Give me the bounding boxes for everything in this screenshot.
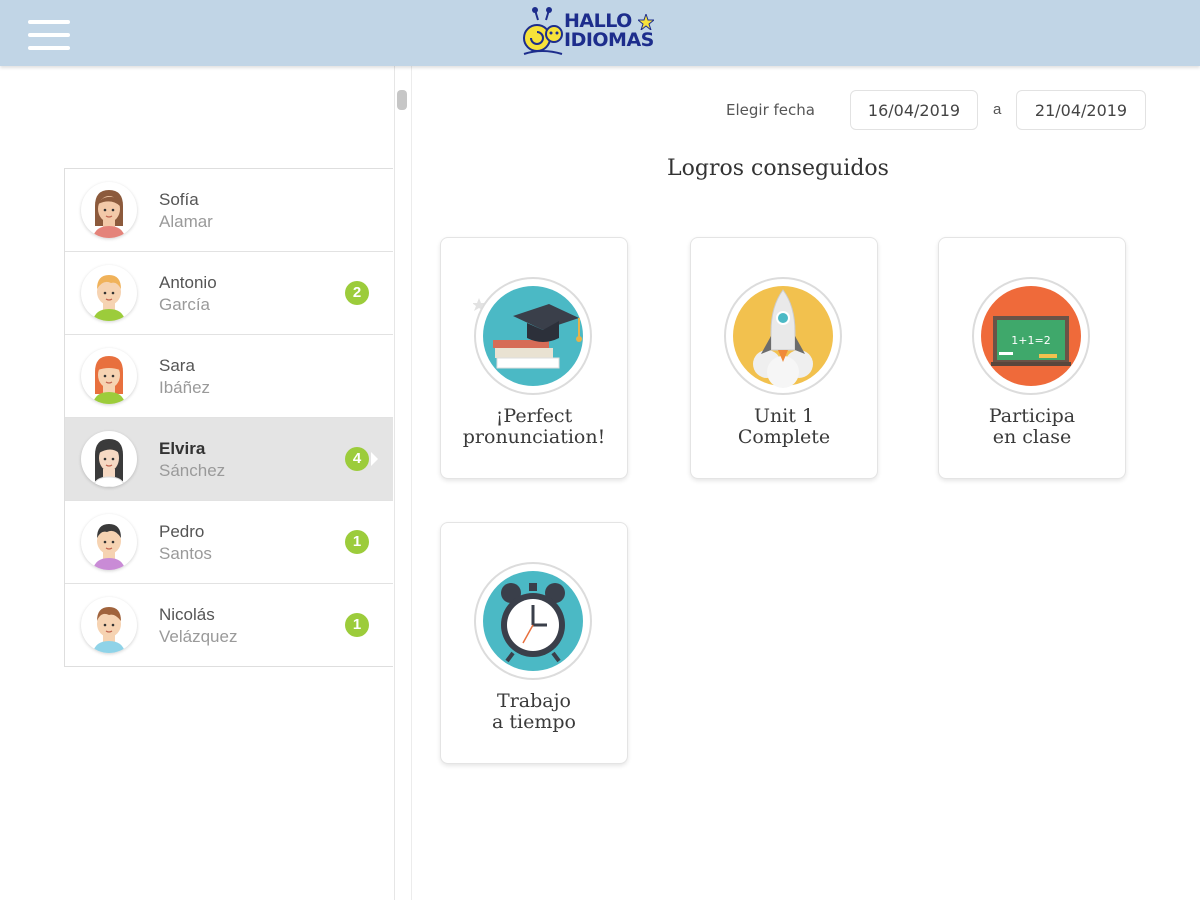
student-avatar xyxy=(81,431,137,487)
student-avatar xyxy=(81,265,137,321)
selected-arrow-icon xyxy=(371,452,378,466)
student-row-antonio[interactable]: Antonio García 2 xyxy=(65,252,393,335)
logo-line2: IDIOMAS xyxy=(564,29,654,51)
achievement-label: Unit 1 Complete xyxy=(737,405,831,448)
sidebar-scrollbar[interactable] xyxy=(397,90,407,110)
girl-avatar-icon xyxy=(92,439,126,487)
achievement-label: Participa en clase xyxy=(988,405,1076,448)
achievement-card-on-time[interactable]: Trabajo a tiempo xyxy=(440,522,628,764)
student-first-name: Sara xyxy=(159,356,195,375)
achievement-card-unit1[interactable]: Unit 1 Complete xyxy=(690,237,878,479)
student-avatar xyxy=(81,348,137,404)
student-row-sofia[interactable]: Sofía Alamar xyxy=(65,169,393,252)
student-last-name: Ibáñez xyxy=(159,378,211,397)
boy-avatar-icon xyxy=(93,607,125,653)
achievement-label: ¡Perfect pronunciation! xyxy=(462,405,606,448)
student-last-name: Alamar xyxy=(159,212,213,231)
student-first-name: Antonio xyxy=(159,273,217,292)
student-avatar xyxy=(81,514,137,570)
svg-text:1+1=2: 1+1=2 xyxy=(1011,334,1050,347)
achievement-count-badge: 1 xyxy=(345,530,369,554)
top-bar: HALLO IDIOMAS xyxy=(0,0,1200,66)
star-icon xyxy=(638,14,654,30)
student-last-name: Santos xyxy=(159,544,212,563)
student-first-name: Sofía xyxy=(159,190,199,209)
graduation-cap-icon xyxy=(473,277,592,395)
date-from-input[interactable]: 16/04/2019 xyxy=(850,90,978,130)
achievement-card-pronunciation[interactable]: ¡Perfect pronunciation! xyxy=(440,237,628,479)
student-row-pedro[interactable]: Pedro Santos 1 xyxy=(65,501,393,584)
snail-logo-icon xyxy=(523,7,563,55)
boy-avatar-icon xyxy=(93,275,125,321)
student-last-name: Velázquez xyxy=(159,627,238,646)
app-logo[interactable]: HALLO IDIOMAS xyxy=(520,6,690,62)
app-root: HALLO IDIOMAS Sofía Alamar Antonio Garcí… xyxy=(0,0,1200,900)
achievement-card-participation[interactable]: 1+1=2 Participa en clase xyxy=(938,237,1126,479)
student-last-name: Sánchez xyxy=(159,461,226,480)
achievement-label: Trabajo a tiempo xyxy=(492,690,576,733)
student-list: Sofía Alamar Antonio García 2 Sara Ibáñe… xyxy=(64,168,393,667)
student-avatar xyxy=(81,597,137,653)
student-avatar xyxy=(81,182,137,238)
blackboard-icon: 1+1=2 xyxy=(972,277,1090,395)
achievement-count-badge: 4 xyxy=(345,447,369,471)
alarm-clock-icon xyxy=(474,562,592,680)
panel-divider xyxy=(411,66,412,900)
achievements-title: Logros conseguidos xyxy=(667,156,889,181)
achievement-count-badge: 2 xyxy=(345,281,369,305)
rocket-icon xyxy=(724,277,842,395)
student-last-name: García xyxy=(159,295,211,314)
boy-avatar-icon xyxy=(93,524,125,570)
student-first-name: Pedro xyxy=(159,522,205,541)
student-row-nicolas[interactable]: Nicolás Velázquez 1 xyxy=(65,584,393,666)
student-row-elvira[interactable]: Elvira Sánchez 4 xyxy=(65,418,393,501)
student-first-name: Nicolás xyxy=(159,605,215,624)
student-row-sara[interactable]: Sara Ibáñez xyxy=(65,335,393,418)
menu-icon[interactable] xyxy=(28,20,70,50)
date-range-separator: a xyxy=(993,101,1002,118)
date-filter-label: Elegir fecha xyxy=(726,101,815,119)
girl-avatar-icon xyxy=(93,190,125,238)
achievement-count-badge: 1 xyxy=(345,613,369,637)
student-first-name: Elvira xyxy=(159,439,206,458)
girl-avatar-icon xyxy=(93,356,125,404)
date-to-input[interactable]: 21/04/2019 xyxy=(1016,90,1146,130)
